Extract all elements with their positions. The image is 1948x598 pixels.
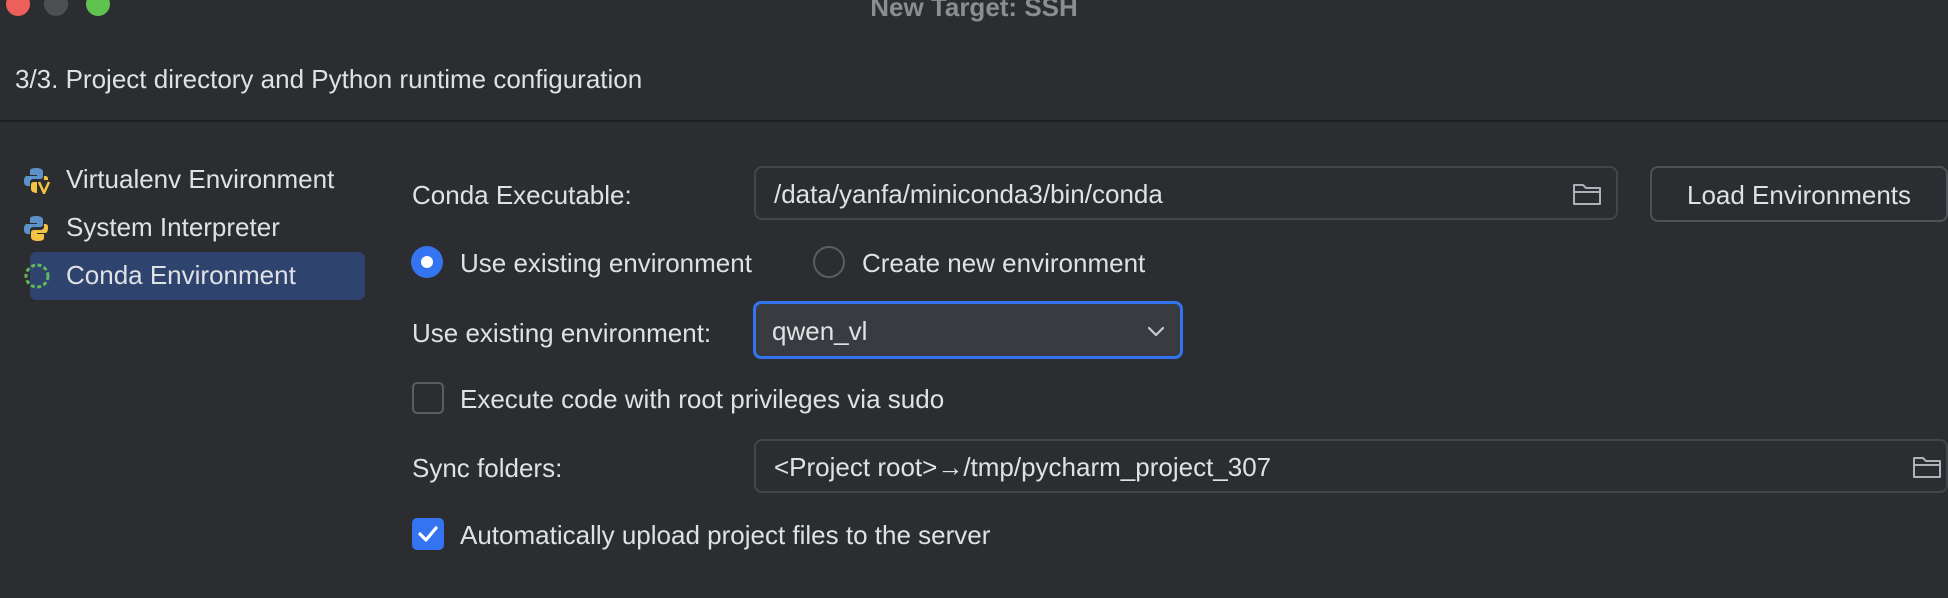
create-new-radio-label[interactable]: Create new environment (862, 248, 1145, 279)
existing-environment-select[interactable]: qwen_vl (753, 301, 1183, 359)
sidebar-item-conda[interactable]: Conda Environment (24, 252, 365, 300)
use-existing-radio[interactable] (411, 246, 443, 278)
existing-environment-label: Use existing environment: (412, 318, 712, 348)
conda-executable-field[interactable]: /data/yanfa/miniconda3/bin/conda (754, 166, 1618, 220)
load-environments-button[interactable]: Load Environments (1650, 166, 1948, 222)
python-icon (24, 216, 48, 241)
checkmark-icon (418, 526, 438, 542)
existing-environment-value: qwen_vl (772, 316, 868, 346)
step-title: 3/3. Project directory and Python runtim… (15, 64, 643, 94)
sidebar-item-label: Conda Environment (66, 260, 296, 290)
sync-folders-value: <Project root>→/tmp/pycharm_project_307 (774, 452, 1272, 482)
chevron-down-icon (1147, 326, 1165, 337)
sidebar-item-system-interpreter[interactable]: System Interpreter (20, 204, 365, 252)
sidebar-item-label: Virtualenv Environment (66, 164, 335, 194)
window-title: New Target: SSH (870, 0, 1078, 22)
auto-upload-checkbox-label[interactable]: Automatically upload project files to th… (460, 520, 990, 551)
sudo-checkbox[interactable] (412, 382, 444, 414)
sync-folders-field[interactable]: <Project root>→/tmp/pycharm_project_307 (754, 439, 1948, 493)
load-environments-label: Load Environments (1686, 180, 1912, 210)
sync-folders-label: Sync folders: (412, 453, 563, 483)
use-existing-radio-label[interactable]: Use existing environment (460, 248, 752, 279)
sidebar-item-virtualenv[interactable]: Virtualenv Environment (20, 156, 365, 204)
title-bar: New Target: SSH (0, 0, 1948, 24)
conda-executable-label: Conda Executable: (412, 180, 632, 210)
conda-icon (24, 263, 50, 289)
header-divider (0, 120, 1948, 122)
virtualenv-python-icon (24, 168, 51, 194)
conda-executable-value: /data/yanfa/miniconda3/bin/conda (774, 179, 1163, 209)
folder-icon[interactable] (1572, 181, 1602, 207)
sudo-checkbox-label[interactable]: Execute code with root privileges via su… (460, 384, 944, 415)
sidebar-item-label: System Interpreter (66, 212, 280, 242)
folder-icon[interactable] (1912, 454, 1942, 480)
create-new-radio[interactable] (813, 246, 845, 278)
auto-upload-checkbox[interactable] (412, 518, 444, 550)
